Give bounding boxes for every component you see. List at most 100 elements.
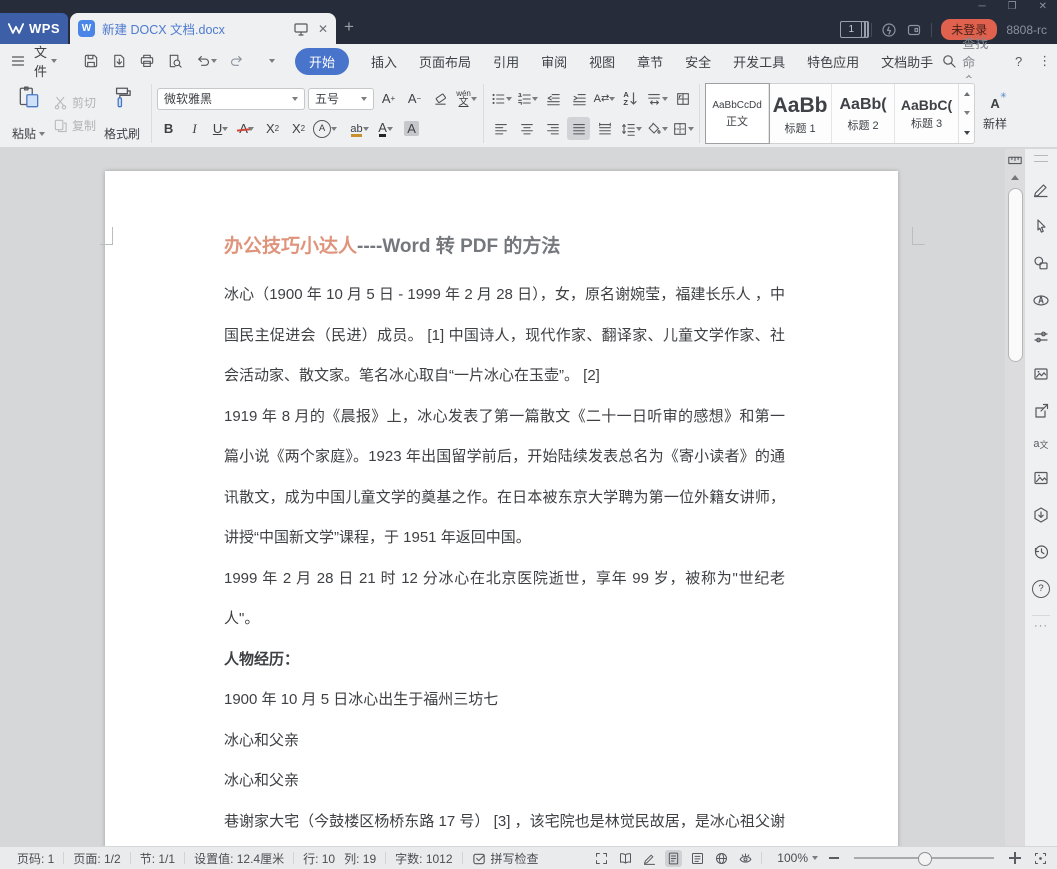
presentation-mode-icon[interactable] bbox=[293, 21, 309, 37]
italic-button[interactable]: I bbox=[183, 117, 206, 140]
sort-button[interactable]: A Z bbox=[619, 87, 642, 110]
new-tab-button[interactable]: + bbox=[344, 18, 354, 35]
image-icon[interactable] bbox=[1032, 469, 1050, 487]
copy-button[interactable]: 复制 bbox=[53, 117, 96, 134]
font-color-button[interactable]: A bbox=[374, 117, 397, 140]
format-painter-button[interactable]: 格式刷 bbox=[98, 82, 146, 145]
fullscreen-button[interactable] bbox=[593, 850, 610, 867]
document-body[interactable]: 冰心（1900 年 10 月 5 日 - 1999 年 2 月 28 日），女，… bbox=[224, 275, 785, 846]
help-circle-icon[interactable]: ? bbox=[1032, 580, 1050, 598]
sidebar-handle-icon[interactable] bbox=[1034, 155, 1048, 162]
print-preview-button[interactable] bbox=[165, 51, 185, 71]
tab-references[interactable]: 引用 bbox=[493, 52, 519, 71]
numbered-list-button[interactable] bbox=[515, 87, 538, 110]
bullet-list-button[interactable] bbox=[489, 87, 512, 110]
spellcheck-button[interactable]: 拼写检查 bbox=[463, 850, 548, 867]
line-spacing-button[interactable] bbox=[619, 117, 642, 140]
shading-button[interactable] bbox=[645, 117, 668, 140]
zoom-slider[interactable] bbox=[854, 857, 994, 859]
save-button[interactable] bbox=[81, 51, 101, 71]
font-size-select[interactable]: 五号 bbox=[308, 88, 374, 110]
wps-logo[interactable]: WPS bbox=[0, 13, 68, 44]
clear-format-button[interactable] bbox=[429, 87, 452, 110]
ruler-toggle-icon[interactable] bbox=[1007, 153, 1023, 167]
status-setting-value[interactable]: 设置值: 12.4厘米 bbox=[185, 850, 293, 867]
wordart-icon[interactable] bbox=[1032, 291, 1050, 309]
more-menu-button[interactable]: ⋮ bbox=[1038, 53, 1051, 69]
increase-indent-button[interactable] bbox=[567, 87, 590, 110]
decrease-font-button[interactable]: A− bbox=[403, 87, 426, 110]
print-button[interactable] bbox=[137, 51, 157, 71]
properties-sliders-icon[interactable] bbox=[1032, 328, 1050, 346]
styles-scroll-down-icon[interactable] bbox=[964, 111, 970, 115]
pinyin-guide-button[interactable]: wén文 bbox=[455, 87, 478, 110]
subscript-button[interactable]: X2 bbox=[287, 117, 310, 140]
tab-view[interactable]: 视图 bbox=[589, 52, 615, 71]
zoom-out-button[interactable] bbox=[829, 857, 839, 859]
share-icon[interactable] bbox=[1032, 402, 1050, 420]
document-page[interactable]: 办公技巧小达人----Word 转 PDF 的方法 冰心（1900 年 10 月… bbox=[105, 171, 898, 846]
scrollbar-thumb[interactable] bbox=[1008, 188, 1023, 362]
ink-mode-button[interactable] bbox=[641, 850, 658, 867]
redo-button[interactable] bbox=[227, 51, 247, 71]
hamburger-icon[interactable] bbox=[10, 53, 26, 69]
bold-button[interactable]: B bbox=[157, 117, 180, 140]
status-page-count[interactable]: 页面: 1/2 bbox=[64, 850, 129, 867]
cut-button[interactable]: 剪切 bbox=[53, 94, 96, 111]
align-right-button[interactable] bbox=[541, 117, 564, 140]
superscript-button[interactable]: X2 bbox=[261, 117, 284, 140]
scroll-up-icon[interactable] bbox=[1011, 175, 1019, 180]
image-background-icon[interactable] bbox=[1032, 365, 1050, 383]
tab-page-layout[interactable]: 页面布局 bbox=[419, 52, 471, 71]
history-icon[interactable] bbox=[1032, 543, 1050, 561]
distribute-button[interactable] bbox=[593, 117, 616, 140]
highlight-color-button[interactable]: ab bbox=[348, 117, 371, 140]
style-heading3[interactable]: AaBbC( 标题 3 bbox=[895, 84, 958, 143]
style-heading1[interactable]: AaBb 标题 1 bbox=[769, 84, 832, 143]
status-section[interactable]: 节: 1/1 bbox=[131, 850, 184, 867]
tab-security[interactable]: 安全 bbox=[685, 52, 711, 71]
styles-scroll-up-icon[interactable] bbox=[964, 92, 970, 96]
tab-close-icon[interactable]: ✕ bbox=[318, 22, 328, 36]
styles-expand-icon[interactable] bbox=[964, 131, 970, 135]
help-button[interactable]: ? bbox=[1015, 54, 1022, 69]
maximize-button[interactable]: ❐ bbox=[1008, 1, 1017, 12]
translate-icon[interactable]: a文 bbox=[1033, 439, 1048, 450]
character-shading-button[interactable]: A bbox=[400, 117, 423, 140]
app-download-icon[interactable] bbox=[1032, 506, 1050, 524]
underline-button[interactable]: U bbox=[209, 117, 232, 140]
style-heading2[interactable]: AaBb( 标题 2 bbox=[832, 84, 895, 143]
justify-button[interactable] bbox=[567, 117, 590, 140]
document-area[interactable]: 办公技巧小达人----Word 转 PDF 的方法 冰心（1900 年 10 月… bbox=[0, 149, 1025, 846]
annotate-pen-icon[interactable] bbox=[1032, 180, 1050, 198]
character-scaling-button[interactable]: A ⇄ bbox=[593, 87, 616, 110]
tab-section[interactable]: 章节 bbox=[637, 52, 663, 71]
eye-protection-button[interactable] bbox=[737, 850, 754, 867]
new-style-button[interactable]: A✳ 新样 bbox=[975, 82, 1015, 145]
paste-button[interactable]: 粘贴 bbox=[6, 82, 51, 145]
web-view-button[interactable] bbox=[713, 850, 730, 867]
style-normal[interactable]: AaBbCcDd 正文 bbox=[706, 84, 769, 143]
zoom-slider-knob[interactable] bbox=[918, 852, 932, 866]
minimize-button[interactable]: ─ bbox=[979, 1, 986, 12]
skin-icon[interactable] bbox=[881, 22, 897, 38]
export-pdf-button[interactable] bbox=[109, 51, 129, 71]
read-mode-button[interactable] bbox=[617, 850, 634, 867]
sidebar-more-icon[interactable]: ··· bbox=[1034, 620, 1048, 632]
page-view-button[interactable] bbox=[665, 850, 682, 867]
strikethrough-button[interactable]: A bbox=[235, 117, 258, 140]
align-center-button[interactable] bbox=[515, 117, 538, 140]
character-border-button[interactable]: A bbox=[313, 117, 337, 140]
zoom-in-button[interactable] bbox=[1009, 852, 1021, 864]
undo-button[interactable] bbox=[193, 51, 219, 71]
paragraph-layout-button[interactable] bbox=[645, 87, 668, 110]
select-cursor-icon[interactable] bbox=[1032, 217, 1050, 235]
workspace-icon[interactable] bbox=[906, 22, 922, 38]
status-word-count[interactable]: 字数: 1012 bbox=[386, 850, 461, 867]
align-left-button[interactable] bbox=[489, 117, 512, 140]
zoom-level[interactable]: 100% bbox=[777, 851, 818, 865]
decrease-indent-button[interactable] bbox=[541, 87, 564, 110]
tab-developer[interactable]: 开发工具 bbox=[733, 52, 785, 71]
undo-caret-icon[interactable] bbox=[211, 59, 217, 63]
document-tab[interactable]: W 新建 DOCX 文档.docx ✕ bbox=[70, 13, 336, 44]
